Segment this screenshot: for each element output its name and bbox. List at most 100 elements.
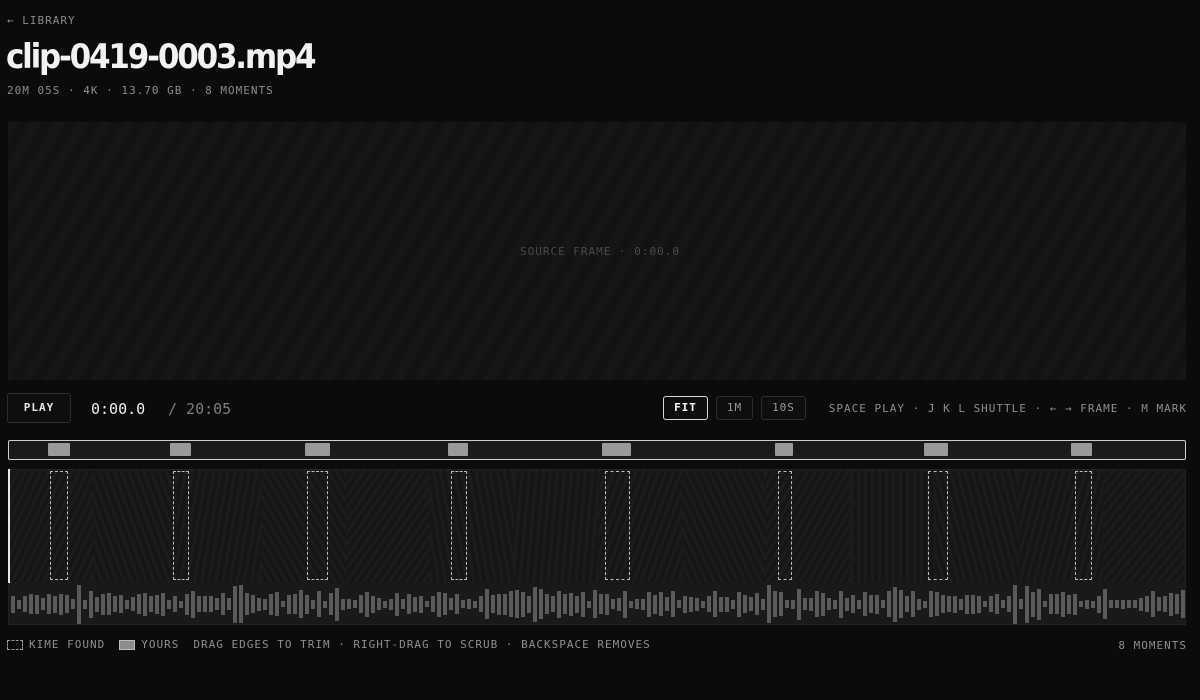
kime-moment-region[interactable] (605, 471, 630, 580)
overview-moment-marker[interactable] (448, 443, 469, 456)
waveform-bar (47, 594, 51, 614)
waveform-bar (641, 598, 645, 610)
waveform-bar (407, 594, 411, 614)
waveform-bar (803, 598, 807, 610)
waveform-bar (959, 598, 963, 610)
overview-moment-marker[interactable] (924, 443, 949, 456)
waveform-bar (65, 595, 69, 613)
waveform-bar (647, 591, 651, 617)
waveform-bar (587, 600, 591, 608)
waveform-bar (419, 595, 423, 613)
waveform-bar (653, 594, 657, 614)
thumbnail-frame (93, 470, 179, 582)
waveform-bar (467, 599, 471, 609)
waveform-bar (401, 599, 405, 609)
zoom-10s-button[interactable]: 10S (761, 396, 806, 420)
waveform-bar (251, 595, 255, 613)
waveform-bar (815, 591, 819, 617)
waveform-bar (353, 600, 357, 608)
clip-meta: 20M 05S · 4K · 13.70 GB · 8 MOMENTS (7, 84, 274, 97)
overview-moment-marker[interactable] (602, 443, 631, 456)
waveform-bar (833, 599, 837, 609)
current-time: 0:00.0 (91, 400, 146, 418)
waveform-bar (527, 595, 531, 613)
waveform-bar (1127, 600, 1131, 608)
timeline-help: DRAG EDGES TO TRIM · RIGHT-DRAG TO SCRUB… (193, 638, 651, 651)
timeline-track[interactable] (8, 469, 1186, 625)
waveform-bar (359, 595, 363, 613)
keyboard-shortcuts: SPACE PLAY · J K L SHUTTLE · ← → FRAME ·… (828, 402, 1187, 415)
waveform-bar (761, 598, 765, 610)
waveform-bar (305, 594, 309, 614)
audio-waveform (9, 582, 1185, 624)
waveform-bar (575, 595, 579, 613)
waveform-bar (839, 590, 843, 618)
waveform-bar (11, 595, 15, 613)
waveform-bar (557, 590, 561, 618)
waveform-bar (857, 599, 861, 609)
waveform-bar (317, 591, 321, 617)
clip-title: clip-0419-0003.mp4 (6, 38, 317, 77)
waveform-bar (683, 595, 687, 613)
waveform-bar (311, 599, 315, 609)
waveform-bar (191, 590, 195, 618)
waveform-bar (431, 596, 435, 612)
waveform-bar (599, 594, 603, 614)
waveform-bar (821, 592, 825, 616)
waveform-bar (1073, 593, 1077, 615)
timeline-overview[interactable] (8, 440, 1186, 460)
waveform-bar (365, 591, 369, 617)
waveform-bar (737, 591, 741, 617)
waveform-bar (485, 589, 489, 619)
yours-swatch (119, 640, 136, 650)
waveform-bar (941, 595, 945, 613)
overview-moment-marker[interactable] (1071, 443, 1092, 456)
waveform-bar (53, 595, 57, 613)
back-to-library-link[interactable]: ← LIBRARY (7, 14, 76, 27)
playhead[interactable] (8, 469, 10, 583)
waveform-bar (1175, 594, 1179, 614)
waveform-bar (293, 594, 297, 614)
kime-moment-region[interactable] (307, 471, 329, 580)
waveform-bar (725, 596, 729, 612)
waveform-bar (659, 592, 663, 616)
waveform-bar (521, 591, 525, 617)
kime-moment-region[interactable] (1075, 471, 1092, 580)
waveform-bar (209, 596, 213, 612)
kime-moment-region[interactable] (927, 471, 948, 580)
kime-found-label: KIME FOUND (29, 638, 106, 651)
waveform-bar (581, 591, 585, 617)
zoom-1m-button[interactable]: 1M (716, 396, 753, 420)
zoom-fit-button[interactable]: FIT (663, 396, 708, 420)
waveform-bar (143, 592, 147, 616)
waveform-bar (677, 600, 681, 608)
waveform-bar (503, 593, 507, 615)
waveform-bar (299, 590, 303, 618)
waveform-bar (77, 584, 81, 624)
kime-moment-region[interactable] (172, 471, 190, 580)
waveform-bar (185, 593, 189, 615)
kime-moment-region[interactable] (778, 471, 793, 580)
waveform-bar (1037, 588, 1041, 620)
waveform-bar (731, 599, 735, 609)
overview-moment-marker[interactable] (170, 443, 191, 456)
waveform-bar (905, 596, 909, 612)
waveform-bar (449, 598, 453, 610)
waveform-bar (1115, 600, 1119, 608)
overview-moment-marker[interactable] (774, 443, 794, 456)
play-button[interactable]: PLAY (7, 393, 71, 423)
waveform-bar (161, 592, 165, 616)
waveform-bar (701, 600, 705, 608)
waveform-bar (1025, 585, 1029, 623)
waveform-bar (983, 601, 987, 607)
overview-moment-marker[interactable] (48, 443, 70, 456)
waveform-bar (671, 591, 675, 617)
waveform-bar (95, 596, 99, 612)
kime-moment-region[interactable] (450, 471, 468, 580)
waveform-bar (137, 594, 141, 614)
waveform-bar (947, 596, 951, 612)
waveform-bar (101, 593, 105, 615)
waveform-bar (179, 600, 183, 608)
overview-moment-marker[interactable] (304, 443, 330, 456)
kime-moment-region[interactable] (50, 471, 68, 580)
